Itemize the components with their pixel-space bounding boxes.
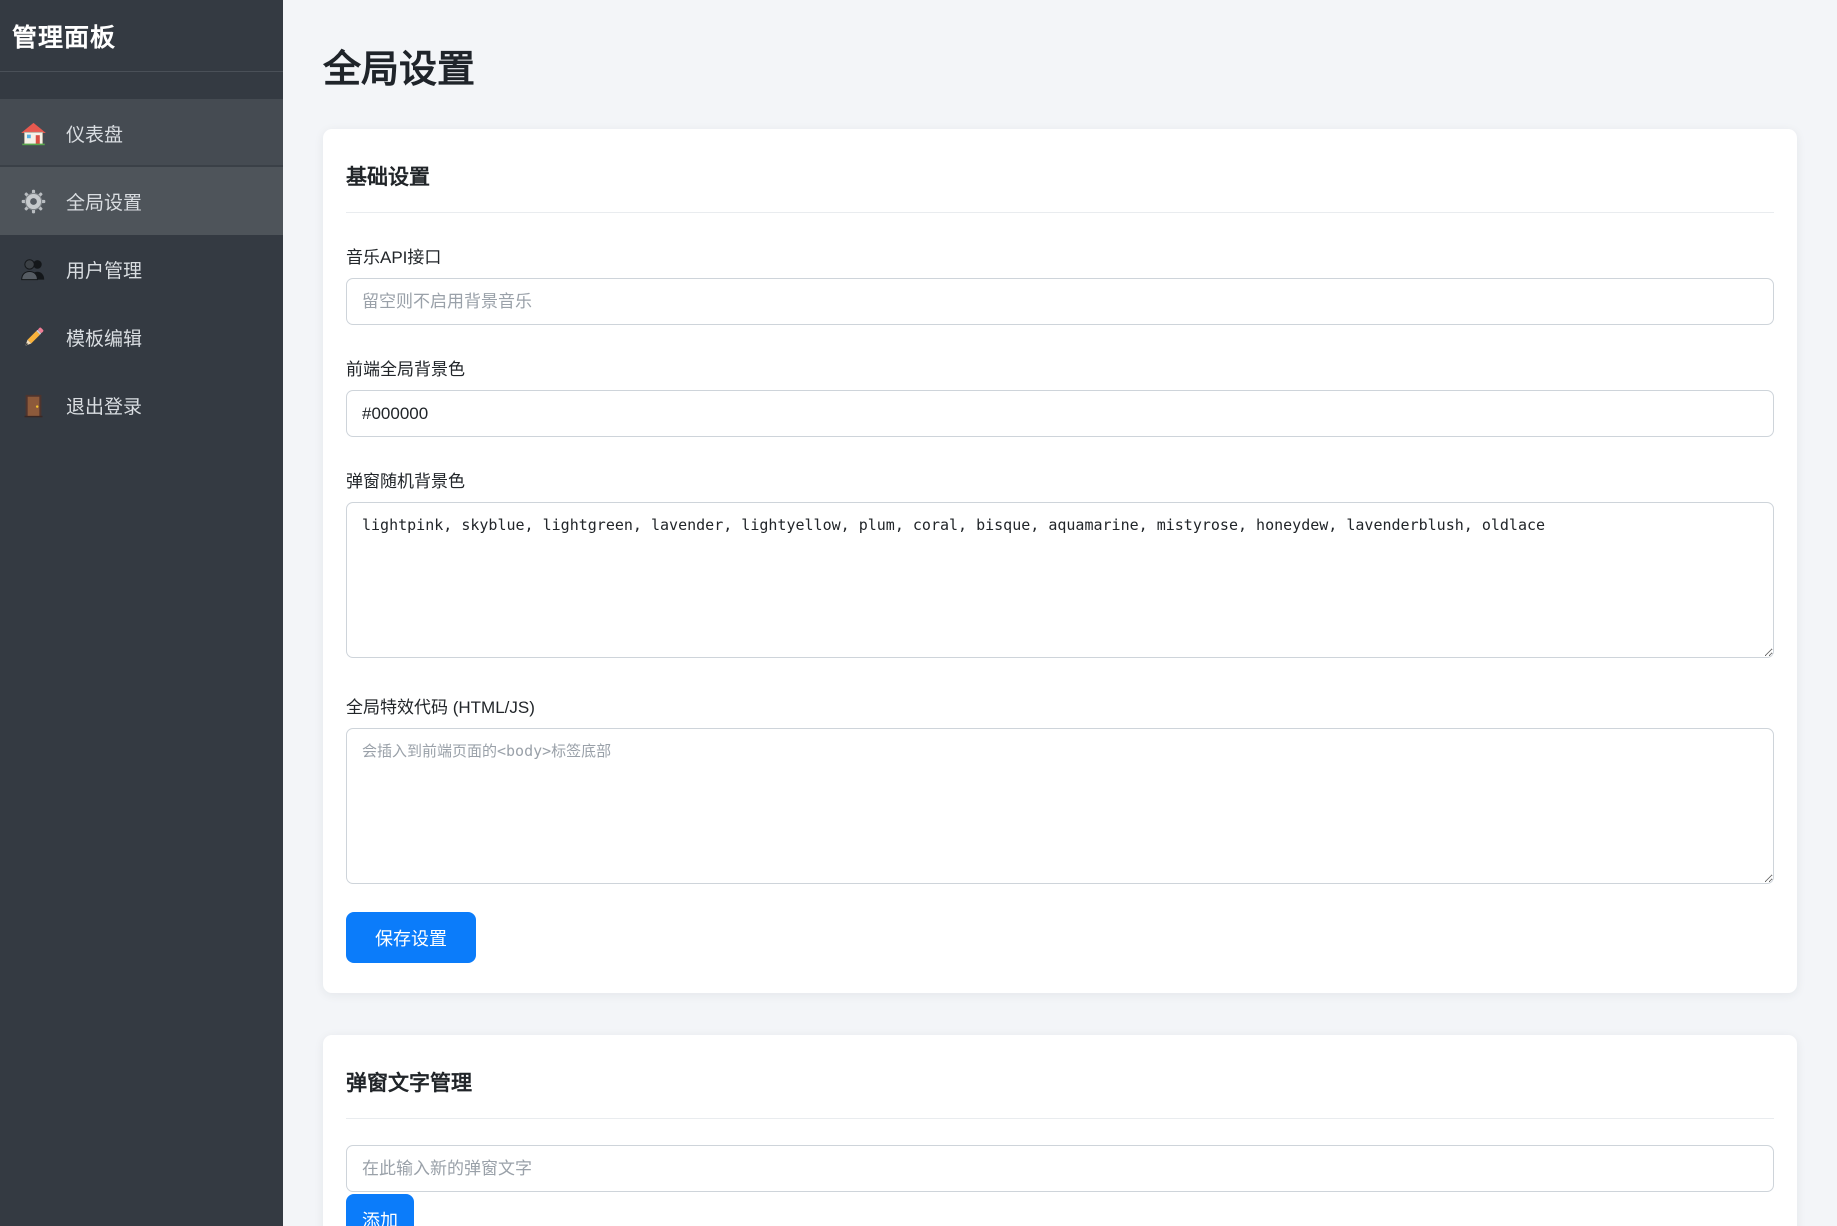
popup-text-title: 弹窗文字管理 <box>346 1067 1774 1097</box>
pencil-icon <box>20 324 47 351</box>
sidebar-item-logout[interactable]: 退出登录 <box>0 371 283 439</box>
bg-color-input[interactable] <box>346 390 1774 437</box>
effects-code-label: 全局特效代码 (HTML/JS) <box>346 693 1774 718</box>
save-settings-button[interactable]: 保存设置 <box>346 912 476 963</box>
sidebar-item-template-editor[interactable]: 模板编辑 <box>0 303 283 371</box>
gear-icon <box>20 188 47 215</box>
sidebar-header: 管理面板 <box>0 0 283 71</box>
sidebar-item-label: 仪表盘 <box>66 120 123 147</box>
bg-color-label: 前端全局背景色 <box>346 355 1774 380</box>
basic-settings-card: 基础设置 音乐API接口 前端全局背景色 弹窗随机背景色 lightpink, … <box>323 129 1797 993</box>
popup-colors-label: 弹窗随机背景色 <box>346 467 1774 492</box>
page-title: 全局设置 <box>323 38 1797 93</box>
music-api-input[interactable] <box>346 278 1774 325</box>
effects-code-textarea[interactable] <box>346 728 1774 884</box>
card-divider <box>346 212 1774 213</box>
home-icon <box>20 120 47 147</box>
sidebar-divider <box>0 71 283 72</box>
sidebar: 管理面板 仪表盘 <box>0 0 283 1226</box>
sidebar-item-label: 模板编辑 <box>66 324 142 351</box>
sidebar-item-global-settings[interactable]: 全局设置 <box>0 167 283 235</box>
sidebar-item-user-management[interactable]: 用户管理 <box>0 235 283 303</box>
sidebar-item-dashboard[interactable]: 仪表盘 <box>0 99 283 167</box>
sidebar-item-label: 全局设置 <box>66 188 142 215</box>
sidebar-item-label: 用户管理 <box>66 256 142 283</box>
main-content: 全局设置 基础设置 音乐API接口 前端全局背景色 弹窗随机背景色 lightp… <box>283 0 1837 1226</box>
app-title: 管理面板 <box>12 18 271 54</box>
music-api-label: 音乐API接口 <box>346 243 1774 268</box>
sidebar-nav: 仪表盘 全局设置 <box>0 99 283 439</box>
popup-colors-textarea[interactable]: lightpink, skyblue, lightgreen, lavender… <box>346 502 1774 658</box>
card-divider <box>346 1118 1774 1119</box>
new-popup-text-input[interactable] <box>346 1145 1774 1192</box>
popup-text-card: 弹窗文字管理 添加 <box>323 1035 1797 1226</box>
door-icon <box>20 392 47 419</box>
sidebar-item-label: 退出登录 <box>66 392 142 419</box>
basic-settings-title: 基础设置 <box>346 161 1774 191</box>
users-icon <box>20 256 47 283</box>
add-popup-text-button[interactable]: 添加 <box>346 1194 414 1226</box>
